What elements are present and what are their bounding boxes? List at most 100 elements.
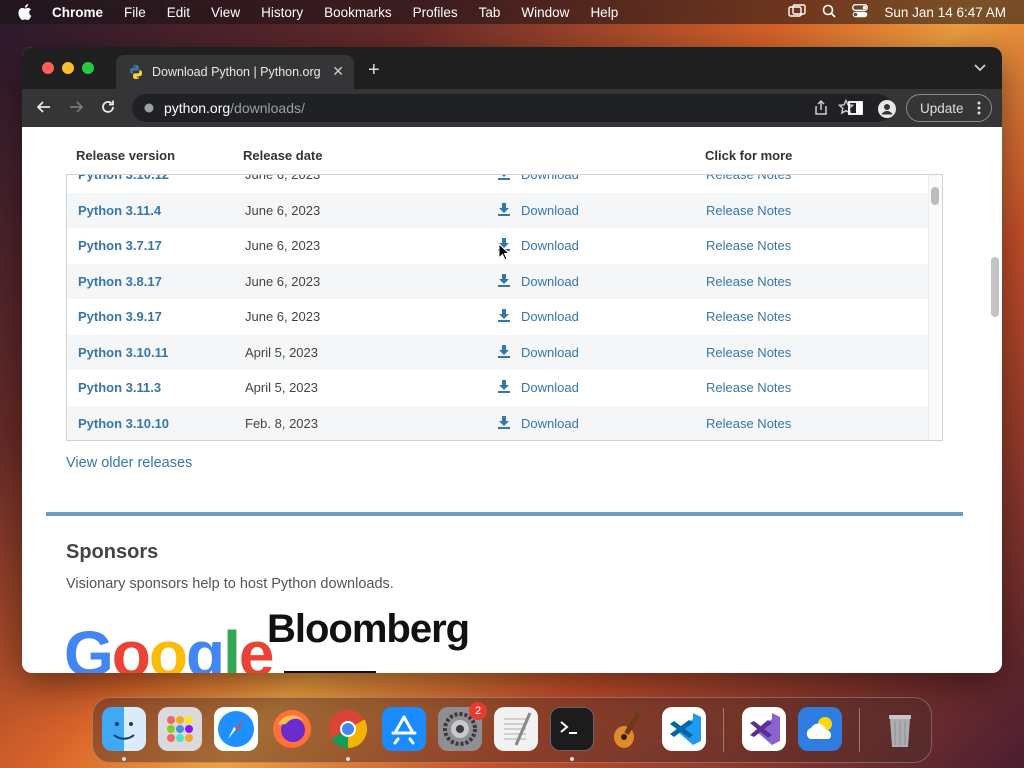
more-menu-icon[interactable] <box>977 100 981 119</box>
download-icon <box>497 273 521 290</box>
google-logo[interactable]: Google <box>64 617 274 673</box>
release-date: April 5, 2023 <box>245 380 318 395</box>
tab-strip: Download Python | Python.org ✕ + <box>22 47 1002 89</box>
release-version-link[interactable]: Python 3.8.17 <box>78 274 162 289</box>
release-notes-link[interactable]: Release Notes <box>706 380 791 395</box>
menu-help[interactable]: Help <box>590 5 618 20</box>
mouse-pointer-icon <box>498 242 511 266</box>
visual-studio-icon[interactable] <box>742 707 786 751</box>
release-notes-link[interactable]: Release Notes <box>706 274 791 289</box>
textedit-icon[interactable] <box>494 707 538 751</box>
release-version-link[interactable]: Python 3.7.17 <box>78 238 162 253</box>
section-divider <box>46 512 963 516</box>
url-path: /downloads/ <box>230 100 305 116</box>
menu-history[interactable]: History <box>261 5 303 20</box>
tab-search-chevron-icon[interactable] <box>974 59 986 77</box>
release-date: June 6, 2023 <box>245 273 321 289</box>
menu-view[interactable]: View <box>211 5 240 20</box>
download-label: Download <box>521 238 579 253</box>
release-list[interactable]: Python 3.10.12 June 6, 2023 Download Releas… <box>66 174 943 441</box>
page-scrollbar-thumb[interactable] <box>991 257 999 317</box>
finder-running-indicator <box>122 757 126 761</box>
chrome-icon[interactable] <box>326 707 370 751</box>
profile-avatar-icon[interactable] <box>878 100 896 123</box>
finder-icon[interactable] <box>102 707 146 751</box>
release-version-link[interactable]: Python 3.10.10 <box>78 416 169 431</box>
close-tab-icon[interactable]: ✕ <box>332 63 344 80</box>
table-row: Python 3.8.17 June 6, 2023 Download Release… <box>67 263 928 299</box>
update-label: Update <box>920 100 964 116</box>
download-icon <box>497 415 521 432</box>
download-link[interactable]: Download <box>497 379 579 396</box>
new-tab-icon[interactable]: + <box>368 59 380 82</box>
address-bar[interactable]: python.org/downloads/ <box>132 94 892 122</box>
spotlight-search-icon[interactable] <box>822 4 837 21</box>
release-notes-link[interactable]: Release Notes <box>706 309 791 324</box>
trash-icon[interactable] <box>878 707 922 751</box>
release-version-link[interactable]: Python 3.10.12 <box>78 175 169 182</box>
share-icon[interactable] <box>814 99 828 118</box>
window-controls <box>42 62 94 74</box>
release-list-scroll-thumb[interactable] <box>931 187 939 205</box>
firefox-icon[interactable] <box>270 707 314 751</box>
control-center-icon[interactable] <box>852 3 869 21</box>
download-link[interactable]: Download <box>497 415 579 432</box>
release-list-scrollbar[interactable] <box>928 175 942 440</box>
menu-bookmarks[interactable]: Bookmarks <box>324 5 392 20</box>
release-notes-link[interactable]: Release Notes <box>706 238 791 253</box>
release-version-link[interactable]: Python 3.10.11 <box>78 345 168 360</box>
app-store-icon[interactable] <box>382 707 426 751</box>
download-link[interactable]: Download <box>497 308 579 325</box>
menu-app-name[interactable]: Chrome <box>52 5 103 20</box>
screen-mirroring-icon[interactable] <box>788 3 807 21</box>
reload-icon[interactable] <box>100 99 116 120</box>
column-header-more: Click for more <box>705 148 793 163</box>
side-panel-icon[interactable] <box>848 101 863 120</box>
system-settings-badge: 2 <box>469 702 487 720</box>
update-button[interactable]: Update <box>906 94 992 122</box>
minimize-window-button[interactable] <box>62 62 74 74</box>
back-icon[interactable] <box>36 99 52 120</box>
release-date: June 6, 2023 <box>245 202 321 218</box>
download-link[interactable]: Download <box>497 175 579 183</box>
release-notes-link[interactable]: Release Notes <box>706 416 791 431</box>
site-info-icon[interactable] <box>144 100 154 116</box>
menu-profiles[interactable]: Profiles <box>413 5 458 20</box>
download-link[interactable]: Download <box>497 344 579 361</box>
menu-bar: Chrome File Edit View History Bookmarks … <box>0 0 1024 24</box>
release-version-link[interactable]: Python 3.11.4 <box>78 203 161 218</box>
download-link[interactable]: Download <box>497 273 579 290</box>
bloomberg-logo[interactable]: Bloomberg <box>267 607 470 652</box>
release-notes-link[interactable]: Release Notes <box>706 345 791 360</box>
web-page: Release version Release date Click for m… <box>22 127 1002 673</box>
python-favicon-icon <box>128 64 144 80</box>
release-notes-link[interactable]: Release Notes <box>706 203 791 218</box>
close-window-button[interactable] <box>42 62 54 74</box>
menu-file[interactable]: File <box>124 5 146 20</box>
menu-edit[interactable]: Edit <box>167 5 190 20</box>
forward-icon[interactable] <box>68 99 84 120</box>
dock-separator <box>859 708 860 752</box>
weather-icon[interactable] <box>798 707 842 751</box>
tab-python-downloads[interactable]: Download Python | Python.org ✕ <box>116 55 354 89</box>
release-notes-link[interactable]: Release Notes <box>706 175 791 182</box>
release-date: April 5, 2023 <box>245 344 318 360</box>
launchpad-icon[interactable] <box>158 707 202 751</box>
menu-window[interactable]: Window <box>521 5 569 20</box>
table-row: Python 3.10.10 Feb. 8, 2023 Download Releas… <box>67 405 928 440</box>
release-version-link[interactable]: Python 3.9.17 <box>78 309 162 324</box>
vscode-icon[interactable] <box>662 707 706 751</box>
download-label: Download <box>521 344 579 360</box>
zoom-window-button[interactable] <box>82 62 94 74</box>
apple-icon[interactable] <box>18 4 36 20</box>
view-older-releases-link[interactable]: View older releases <box>66 455 192 471</box>
menu-tab[interactable]: Tab <box>479 5 501 20</box>
safari-icon[interactable] <box>214 707 258 751</box>
download-icon <box>497 202 521 219</box>
download-link[interactable]: Download <box>497 202 579 219</box>
download-icon <box>497 379 521 396</box>
terminal-icon[interactable] <box>550 707 594 751</box>
menubar-clock[interactable]: Sun Jan 14 6:47 AM <box>884 5 1006 20</box>
garageband-icon[interactable] <box>606 707 650 751</box>
release-version-link[interactable]: Python 3.11.3 <box>78 380 161 395</box>
